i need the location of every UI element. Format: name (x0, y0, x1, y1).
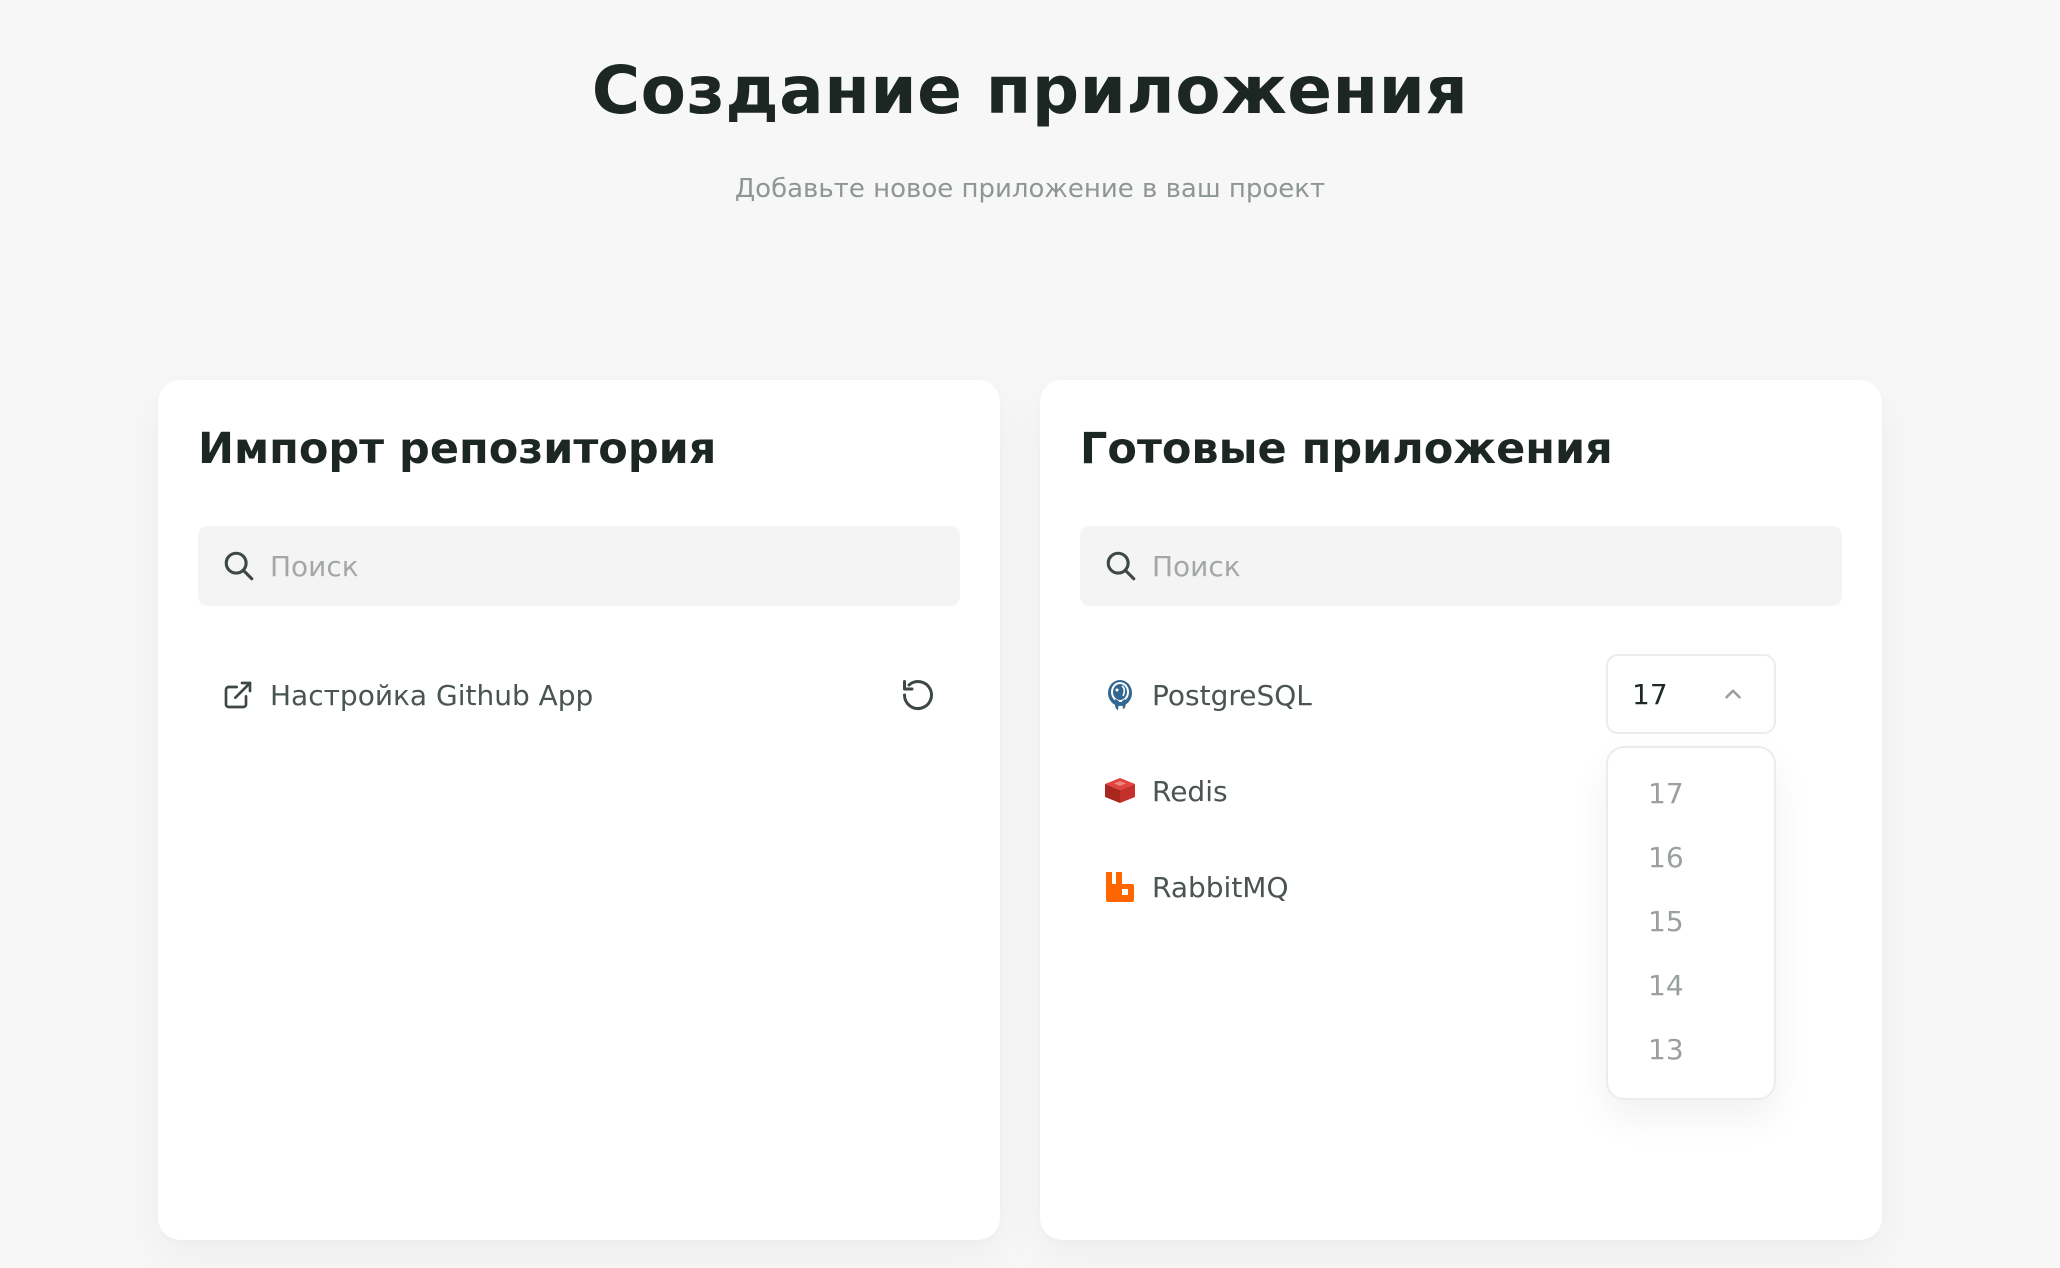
import-search-input[interactable] (270, 536, 930, 596)
app-label-rabbitmq: RabbitMQ (1152, 870, 1289, 904)
import-card-title: Импорт репозитория (198, 424, 717, 474)
chevron-up-icon (1725, 689, 1741, 699)
version-dropdown: 17 16 15 14 13 (1606, 746, 1776, 1100)
import-search-box[interactable] (198, 526, 960, 606)
version-option[interactable]: 13 (1608, 1018, 1774, 1082)
version-option[interactable]: 14 (1608, 954, 1774, 1018)
app-item-rabbitmq[interactable]: RabbitMQ (1102, 862, 1289, 912)
app-label-redis: Redis (1152, 774, 1228, 808)
refresh-button[interactable] (898, 675, 938, 715)
version-select-value: 17 (1632, 677, 1668, 711)
app-item-postgresql[interactable]: PostgreSQL (1102, 670, 1312, 720)
app-label-postgresql: PostgreSQL (1152, 678, 1312, 712)
rabbitmq-icon (1106, 872, 1134, 902)
version-option[interactable]: 17 (1608, 762, 1774, 826)
refresh-icon (903, 680, 933, 711)
postgresql-icon (1108, 680, 1132, 710)
import-repository-card: Импорт репозитория Настройка Github App (158, 380, 1000, 1240)
external-link-icon (224, 681, 252, 709)
version-select[interactable]: 17 (1606, 654, 1776, 734)
apps-search-box[interactable] (1080, 526, 1842, 606)
search-icon (224, 551, 254, 581)
apps-search-input[interactable] (1152, 536, 1812, 596)
page-subtitle: Добавьте новое приложение в ваш проект (734, 174, 1326, 204)
github-app-settings-link[interactable]: Настройка Github App (222, 679, 593, 712)
github-app-row: Настройка Github App (222, 670, 938, 720)
version-option[interactable]: 16 (1608, 826, 1774, 890)
redis-icon (1105, 778, 1135, 803)
apps-card-title: Готовые приложения (1080, 424, 1613, 474)
page: Создание приложения Добавьте новое прило… (0, 0, 2060, 1268)
github-app-settings-label: Настройка Github App (270, 678, 594, 712)
ready-apps-card: Готовые приложения PostgreSQL (1040, 380, 1882, 1240)
app-item-redis[interactable]: Redis (1102, 766, 1228, 816)
search-icon (1106, 551, 1136, 581)
page-title: Создание приложения (591, 52, 1469, 129)
version-option[interactable]: 15 (1608, 890, 1774, 954)
